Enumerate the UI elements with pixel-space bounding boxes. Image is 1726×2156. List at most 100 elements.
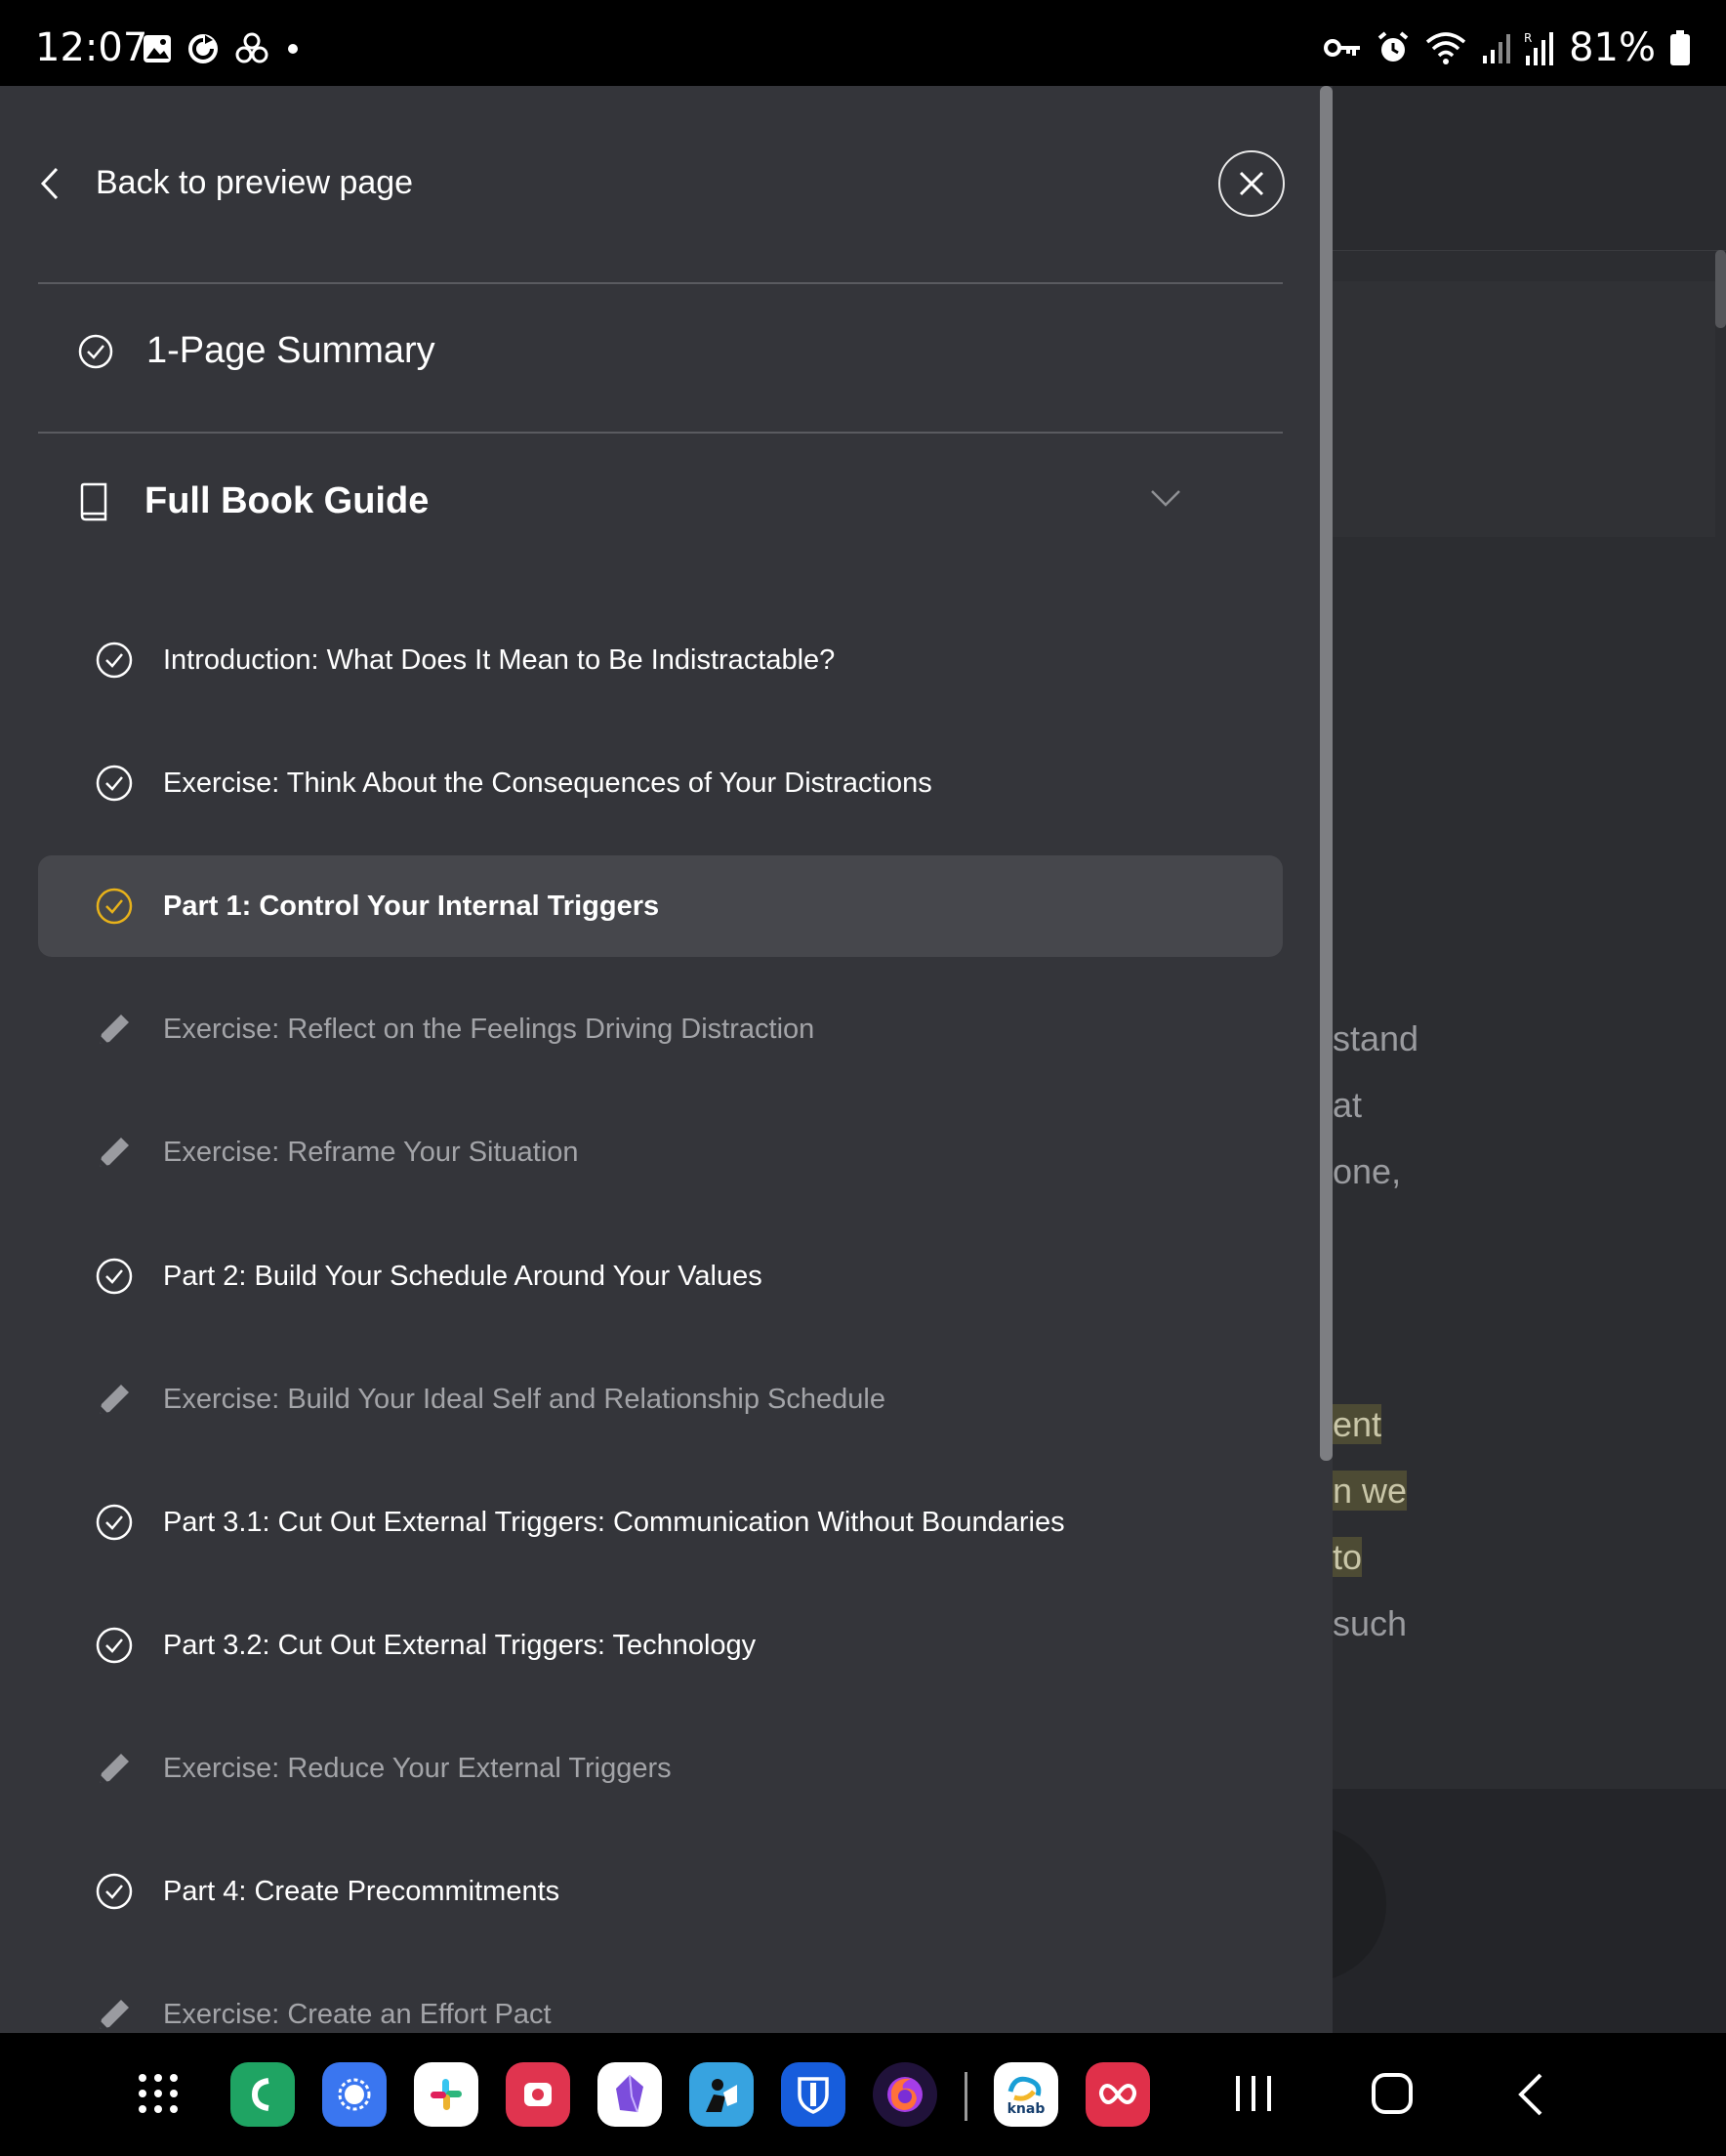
reader-icon	[706, 2079, 737, 2112]
close-drawer-button[interactable]	[1218, 150, 1285, 217]
knab-label: knab	[1007, 2101, 1046, 2117]
pencil-icon-wrap	[95, 1750, 134, 1787]
one-page-summary-link[interactable]: 1-Page Summary	[78, 330, 435, 372]
check-icon-wrap	[95, 1627, 134, 1664]
recents-button[interactable]	[1232, 2072, 1275, 2115]
book-icon	[80, 482, 107, 520]
background-highlight: to	[1333, 1524, 1363, 1591]
chapter-item[interactable]: Part 2: Build Your Schedule Around Your …	[38, 1225, 1283, 1327]
check-icon-wrap	[95, 765, 134, 802]
full-book-guide-toggle[interactable]: Full Book Guide	[78, 480, 1181, 522]
vpn-key-icon	[1324, 39, 1361, 57]
pencil-icon	[100, 1015, 129, 1044]
dot-icon	[288, 44, 298, 54]
chapter-item-label: Exercise: Reflect on the Feelings Drivin…	[163, 1013, 815, 1045]
pencil-icon-wrap	[95, 1996, 134, 2033]
chapter-item-label: Introduction: What Does It Mean to Be In…	[163, 643, 836, 676]
status-left-icons	[143, 31, 303, 66]
background-text-fragment: such	[1333, 1603, 1408, 1643]
check-circle-icon	[96, 765, 133, 802]
chapter-item-label: Exercise: Build Your Ideal Self and Rela…	[163, 1383, 885, 1415]
divider	[38, 282, 1283, 284]
check-circle-icon	[96, 1504, 133, 1541]
chapter-item-label: Part 3.1: Cut Out External Triggers: Com…	[163, 1506, 1065, 1538]
firefox-glyph-icon	[887, 2077, 923, 2112]
background-card	[1333, 281, 1715, 537]
app-drawer-icon[interactable]	[137, 2072, 180, 2115]
gallery-icon	[144, 35, 171, 62]
phone-glyph-icon	[251, 2078, 269, 2111]
chapter-item-label: Part 1: Control Your Internal Triggers	[163, 890, 660, 922]
speech-bubble-icon	[338, 2078, 371, 2111]
exercise-item[interactable]: Exercise: Reframe Your Situation	[38, 1101, 1283, 1203]
knab-app-icon[interactable]: knab	[994, 2062, 1058, 2127]
check-icon-wrap	[95, 1258, 134, 1295]
chapter-item-label: Exercise: Think About the Consequences o…	[163, 767, 932, 799]
pencil-icon-wrap	[95, 1011, 134, 1048]
signal-app-icon[interactable]	[322, 2062, 387, 2127]
background-scrollbar	[1715, 250, 1726, 328]
slack-app-icon[interactable]	[414, 2062, 478, 2127]
divider	[38, 432, 1283, 434]
dock-separator	[965, 2072, 967, 2121]
one-page-summary-label: 1-Page Summary	[146, 330, 435, 371]
highlight-text: to	[1333, 1537, 1363, 1577]
back-button[interactable]	[1515, 2072, 1546, 2117]
check-circle-icon	[96, 888, 133, 925]
pencil-icon	[100, 1754, 129, 1783]
pencil-icon	[100, 1385, 129, 1414]
background-text-fragment: one,	[1333, 1151, 1402, 1191]
chapter-item[interactable]: Introduction: What Does It Mean to Be In…	[38, 609, 1283, 711]
chapter-item-label: Part 2: Build Your Schedule Around Your …	[163, 1260, 762, 1292]
check-icon-wrap	[95, 642, 134, 679]
exercise-item[interactable]: Exercise: Create an Effort Pact	[38, 1964, 1283, 2033]
fan-icon	[235, 32, 268, 63]
chapter-item[interactable]: Part 1: Control Your Internal Triggers	[38, 855, 1283, 957]
chapter-item-label: Exercise: Reduce Your External Triggers	[163, 1752, 672, 1784]
check-icon-wrap	[95, 888, 134, 925]
chevron-left-icon	[40, 167, 59, 199]
exercise-item[interactable]: Exercise: Build Your Ideal Self and Rela…	[38, 1348, 1283, 1450]
background-highlight: n we	[1333, 1458, 1408, 1524]
check-circle-icon	[96, 1873, 133, 1910]
obsidian-app-icon[interactable]	[597, 2062, 662, 2127]
close-icon	[1239, 171, 1264, 196]
bitwarden-app-icon[interactable]	[781, 2062, 845, 2127]
status-bar: 12:07 R 81%	[0, 0, 1726, 86]
check-circle-icon	[96, 642, 133, 679]
back-to-preview-link[interactable]: Back to preview page	[39, 164, 413, 202]
exercise-item[interactable]: Exercise: Reduce Your External Triggers	[38, 1718, 1283, 1819]
chapter-item[interactable]: Exercise: Think About the Consequences o…	[38, 732, 1283, 834]
status-time: 12:07	[35, 25, 148, 70]
background-highlight: ent	[1333, 1391, 1382, 1458]
creative-cloud-app-icon[interactable]	[1086, 2062, 1150, 2127]
gem-icon	[616, 2074, 643, 2113]
pencil-icon-wrap	[95, 1134, 134, 1171]
back-to-preview-label: Back to preview page	[96, 164, 414, 201]
wifi-icon	[1425, 32, 1466, 64]
highlight-text: n we	[1333, 1471, 1408, 1511]
alarm-icon	[1377, 31, 1409, 62]
chapter-item[interactable]: Part 4: Create Precommitments	[38, 1841, 1283, 1942]
background-footer	[1333, 1789, 1726, 2033]
background-text-fragment: stand	[1333, 1018, 1419, 1058]
background-text-fragment: at	[1333, 1085, 1363, 1125]
instagram-app-icon[interactable]	[506, 2062, 570, 2127]
knab-glyph-icon	[1007, 2076, 1042, 2101]
exercise-item[interactable]: Exercise: Reflect on the Feelings Drivin…	[38, 978, 1283, 1080]
sync-icon	[188, 34, 218, 63]
kindle-app-icon[interactable]	[689, 2062, 754, 2127]
firefox-app-icon[interactable]	[873, 2062, 937, 2127]
chapter-item[interactable]: Part 3.2: Cut Out External Triggers: Tec…	[38, 1595, 1283, 1696]
phone-app-icon[interactable]	[230, 2062, 295, 2127]
drawer-scrollbar[interactable]	[1320, 86, 1333, 1461]
svg-text:R: R	[1524, 31, 1532, 45]
home-button[interactable]	[1371, 2072, 1414, 2115]
check-icon-wrap	[95, 1873, 134, 1910]
camera-icon	[524, 2083, 552, 2106]
chapter-item[interactable]: Part 3.1: Cut Out External Triggers: Com…	[38, 1472, 1283, 1573]
background-page: stand at one, ent n we to such	[1333, 86, 1726, 2033]
chapter-item-label: Part 3.2: Cut Out External Triggers: Tec…	[163, 1629, 757, 1661]
check-circle-icon	[78, 334, 113, 368]
check-icon-wrap	[95, 1504, 134, 1541]
